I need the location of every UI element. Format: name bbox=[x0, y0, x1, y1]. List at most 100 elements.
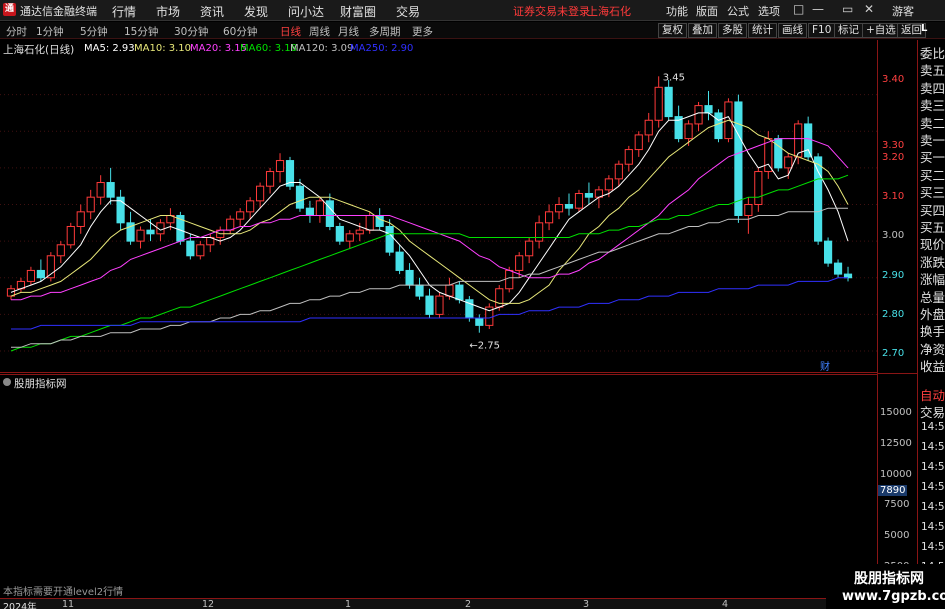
price-chart[interactable]: 3.45 ←2.75 财 上海石化(日线) MA5: 2.93 MA10: 3.10… bbox=[0, 40, 877, 373]
menu-quotes[interactable]: 行情 bbox=[112, 3, 136, 20]
quote-side-panel[interactable]: 委比 卖五 卖四 卖三 卖二 卖一 买一 买二 买三 买四 买五 现价 涨跌 涨幅 总量 外盘 换手 净资 收益 自动… bbox=[917, 23, 945, 609]
period-weekly[interactable]: 周线 bbox=[309, 24, 330, 39]
ma10-label: MA10: 3.10 bbox=[134, 43, 192, 54]
quote-row-label: 现价 bbox=[920, 237, 945, 253]
candle-body bbox=[475, 317, 484, 326]
trade-time: 14:56 bbox=[921, 521, 945, 533]
y-tick-290: 2.90 bbox=[882, 270, 905, 281]
restore-icon[interactable]: □ bbox=[793, 2, 804, 16]
menu-layout[interactable]: 版面 bbox=[696, 3, 718, 19]
candle-body bbox=[246, 200, 255, 213]
candle-body bbox=[106, 182, 115, 198]
candle-body bbox=[256, 185, 265, 202]
quote-row-label: 总量 bbox=[920, 289, 945, 305]
candle-body bbox=[86, 196, 95, 213]
candle-body bbox=[146, 229, 155, 235]
candle-body bbox=[435, 295, 444, 315]
sub-y-tick-5000: 5000 bbox=[884, 530, 910, 541]
period-more[interactable]: 更多 bbox=[412, 24, 433, 39]
candle-body bbox=[186, 240, 195, 257]
current-stock-name: 上海石化 bbox=[587, 5, 631, 18]
candle-body bbox=[824, 240, 833, 264]
candle-body bbox=[744, 204, 753, 216]
watermark-url: www.7gpzb.com bbox=[842, 589, 945, 604]
candle-body bbox=[624, 149, 633, 165]
menu-wealth-circle[interactable]: 财富圈 bbox=[340, 3, 376, 20]
candle-body bbox=[425, 295, 434, 315]
candle-body bbox=[604, 178, 613, 191]
trade-time: 14:56 bbox=[921, 501, 945, 513]
menu-formula[interactable]: 公式 bbox=[727, 3, 749, 19]
ma10-line bbox=[10, 119, 849, 304]
quote-row-label: 涨幅 bbox=[920, 272, 945, 288]
quote-row-label: 买二 bbox=[920, 167, 945, 183]
ma20-line bbox=[11, 138, 849, 301]
quote-row-label: 买四 bbox=[920, 202, 945, 218]
mark-button[interactable]: 标记 bbox=[834, 23, 863, 38]
menu-market[interactable]: 市场 bbox=[156, 3, 180, 20]
quote-row-label: 卖一 bbox=[920, 133, 945, 148]
candle-body bbox=[226, 218, 235, 231]
indicator-chart[interactable]: 股朋指标网 本指标需要开通level2行情 bbox=[0, 374, 877, 598]
candle-body bbox=[136, 229, 145, 242]
candle-body bbox=[564, 204, 574, 209]
period-intraday[interactable]: 分时 bbox=[6, 24, 27, 39]
price-chart-svg[interactable]: 3.45 ←2.75 财 bbox=[0, 40, 877, 373]
menu-trade[interactable]: 交易 bbox=[396, 3, 420, 20]
candle-body bbox=[365, 214, 374, 231]
quote-row-label: 卖三 bbox=[920, 98, 945, 114]
ma5-label: MA5: 2.93 bbox=[84, 43, 135, 54]
add-watchlist-button[interactable]: +自选 bbox=[862, 23, 900, 38]
login-warning[interactable]: 证券交易未登录 bbox=[513, 3, 590, 19]
menu-options[interactable]: 选项 bbox=[758, 3, 780, 19]
stats-button[interactable]: 统计 bbox=[748, 23, 777, 38]
low-price-label: ←2.75 bbox=[469, 341, 500, 352]
candle-body bbox=[654, 86, 663, 121]
menu-discover[interactable]: 发现 bbox=[244, 3, 268, 20]
watermark: 股朋指标网 www.7gpzb.com bbox=[826, 564, 945, 609]
f10-button[interactable]: F10 bbox=[808, 23, 836, 38]
price-axis: 3.40 3.30 3.20 3.10 3.00 2.90 2.80 2.70 … bbox=[877, 40, 918, 598]
quote-row-label: 外盘 bbox=[920, 307, 945, 322]
menu-functions[interactable]: 功能 bbox=[666, 3, 688, 19]
sub-y-tick-12500: 12500 bbox=[880, 438, 912, 449]
quote-row-label: 收益 bbox=[920, 359, 945, 375]
guest-account[interactable]: 游客 bbox=[892, 3, 914, 19]
date-label-nov: 11 bbox=[62, 599, 75, 609]
y-tick-320: 3.20 bbox=[882, 152, 905, 163]
period-5min[interactable]: 5分钟 bbox=[80, 24, 108, 39]
candle-body bbox=[714, 112, 723, 140]
candle-body bbox=[704, 105, 713, 114]
multi-stock-button[interactable]: 多股 bbox=[718, 23, 747, 38]
period-60min[interactable]: 60分钟 bbox=[223, 24, 257, 39]
candle-body bbox=[56, 244, 65, 257]
adjust-button[interactable]: 复权 bbox=[658, 23, 687, 38]
period-multi[interactable]: 多周期 bbox=[369, 24, 401, 39]
y-tick-270: 2.70 bbox=[882, 348, 905, 359]
minimize-icon[interactable]: — bbox=[812, 2, 824, 16]
app-title: 通达信金融终端 bbox=[20, 5, 97, 18]
candle-body bbox=[614, 163, 623, 180]
menu-news[interactable]: 资讯 bbox=[200, 3, 224, 20]
menu-ask-xiaoda[interactable]: 问小达 bbox=[288, 3, 324, 20]
period-monthly[interactable]: 月线 bbox=[338, 24, 359, 39]
draw-button[interactable]: 画线 bbox=[778, 23, 807, 38]
menu-bar: 通 通达信金融终端 行情 市场 资讯 发现 问小达 财富圈 交易 证券交易未登录… bbox=[0, 0, 945, 21]
high-price-label: 3.45 bbox=[663, 72, 685, 83]
app-logo-icon: 通 bbox=[3, 3, 16, 16]
maximize-icon[interactable]: ▭ bbox=[842, 2, 853, 16]
date-axis: 2024年 11 12 1 2 3 4 bbox=[0, 598, 945, 609]
period-daily[interactable]: 日线 bbox=[280, 24, 301, 39]
candle-body bbox=[644, 119, 653, 136]
period-30min[interactable]: 30分钟 bbox=[174, 24, 208, 39]
overlay-button[interactable]: 叠加 bbox=[688, 23, 717, 38]
close-icon[interactable]: ✕ bbox=[864, 2, 874, 16]
candle-body bbox=[515, 255, 524, 271]
candle-body bbox=[804, 123, 813, 158]
trade-tab[interactable]: 交易 bbox=[920, 402, 945, 421]
indicator-chart-svg bbox=[0, 374, 877, 386]
candle-body bbox=[505, 269, 514, 290]
period-15min[interactable]: 15分钟 bbox=[124, 24, 158, 39]
y-tick-280: 2.80 bbox=[882, 309, 905, 320]
period-1min[interactable]: 1分钟 bbox=[36, 24, 64, 39]
